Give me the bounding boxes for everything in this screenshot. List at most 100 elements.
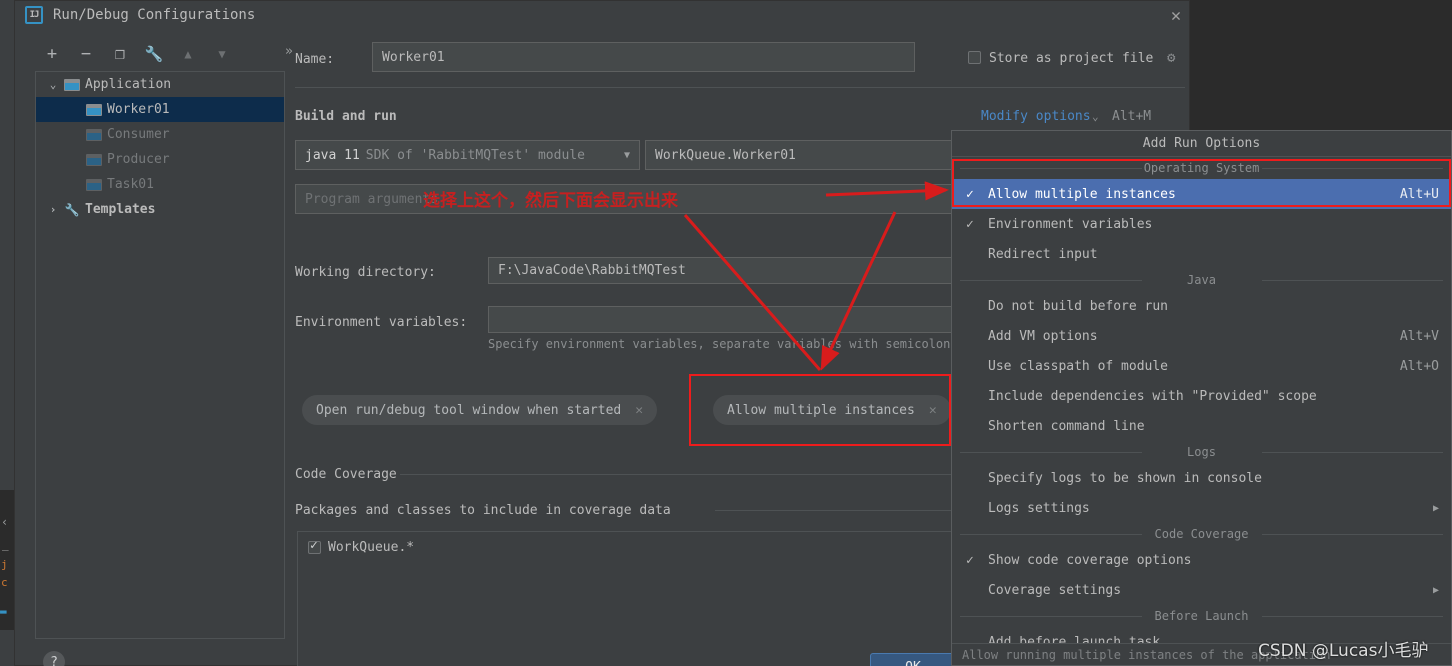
working-directory-label: Working directory: <box>295 265 436 280</box>
chevron-right-icon[interactable]: › <box>42 203 64 216</box>
chip-allow-multiple-instances[interactable]: Allow multiple instances ✕ <box>713 395 951 425</box>
ide-gutter-mark-4: c <box>1 576 8 589</box>
menu-item-label: Allow multiple instances <box>988 186 1176 202</box>
menu-group-code-coverage: Code Coverage <box>952 523 1451 545</box>
ide-gutter-mark-5: ▬ <box>0 605 7 618</box>
store-as-project-file-label: Store as project file <box>989 51 1154 66</box>
ide-gutter-mark-1: ‹ <box>1 515 9 529</box>
tree-item-worker01[interactable]: Worker01 <box>36 97 284 122</box>
chip-label: Allow multiple instances <box>727 402 915 418</box>
remove-icon[interactable]: − <box>73 41 99 67</box>
store-as-project-file-checkbox[interactable] <box>968 51 981 64</box>
application-icon <box>86 103 102 116</box>
menu-group-logs: Logs <box>952 441 1451 463</box>
menu-item-add-vm-options[interactable]: Add VM options Alt+V <box>952 321 1451 351</box>
copy-icon[interactable]: ❐ <box>107 41 133 67</box>
tree-item-templates[interactable]: › 🔧 Templates <box>36 197 284 222</box>
close-icon[interactable]: ✕ <box>1163 3 1189 29</box>
submenu-arrow-icon: ▶ <box>1432 584 1439 596</box>
menu-item-use-classpath-of-module[interactable]: Use classpath of module Alt+O <box>952 351 1451 381</box>
menu-item-shortcut: Alt+O <box>1399 358 1439 374</box>
ok-button[interactable]: OK <box>870 653 956 666</box>
application-icon <box>86 128 102 141</box>
move-down-icon[interactable]: ▼ <box>209 41 235 67</box>
gear-icon[interactable]: ⚙ <box>1167 50 1175 66</box>
coverage-entry-checkbox[interactable] <box>308 538 321 554</box>
modify-options-link[interactable]: Modify options <box>981 109 1091 124</box>
tree-item-label: Worker01 <box>107 102 170 117</box>
code-coverage-header: Code Coverage <box>295 467 397 482</box>
toolbar-more-icon[interactable]: » <box>285 44 293 59</box>
close-icon[interactable]: ✕ <box>929 403 937 418</box>
coverage-entry-label: WorkQueue.* <box>328 540 415 555</box>
environment-variables-hint: Specify environment variables, separate … <box>488 337 1030 351</box>
add-run-options-menu: Add Run Options Operating System ✓ Allow… <box>951 130 1452 666</box>
coverage-list-item[interactable]: WorkQueue.* <box>308 538 415 555</box>
chevron-down-icon[interactable]: ▼ <box>624 150 630 161</box>
menu-item-label: Do not build before run <box>988 298 1169 314</box>
menu-item-label: Environment variables <box>988 216 1153 232</box>
menu-item-show-code-coverage-options[interactable]: ✓ Show code coverage options <box>952 545 1451 575</box>
menu-item-allow-multiple-instances[interactable]: ✓ Allow multiple instances Alt+U <box>952 179 1451 209</box>
menu-item-do-not-build-before-run[interactable]: Do not build before run <box>952 291 1451 321</box>
menu-item-redirect-input[interactable]: Redirect input <box>952 239 1451 269</box>
name-input[interactable]: Worker01 <box>372 42 915 72</box>
tree-item-label: Producer <box>107 152 170 167</box>
tree-item-label: Templates <box>85 202 156 217</box>
application-icon <box>86 178 102 191</box>
help-icon[interactable]: ? <box>43 651 65 666</box>
menu-item-specify-logs-shown-in-console[interactable]: Specify logs to be shown in console <box>952 463 1451 493</box>
tree-item-consumer[interactable]: Consumer <box>36 122 284 147</box>
check-icon: ✓ <box>966 216 974 232</box>
tree-item-label: Task01 <box>107 177 154 192</box>
menu-group-java: Java <box>952 269 1451 291</box>
add-icon[interactable]: + <box>39 41 65 67</box>
dialog-titlebar: IJ Run/Debug Configurations ✕ <box>15 1 1191 31</box>
menu-item-label: Add VM options <box>988 328 1098 344</box>
menu-status-bar: Allow running multiple instances of the … <box>952 643 1451 665</box>
configurations-tree: ⌄ Application Worker01 Consumer Producer… <box>35 71 285 639</box>
packages-and-classes-header: Packages and classes to include in cover… <box>295 503 671 518</box>
application-icon <box>86 153 102 166</box>
menu-item-shorten-command-line[interactable]: Shorten command line <box>952 411 1451 441</box>
tree-item-label: Consumer <box>107 127 170 142</box>
menu-item-environment-variables[interactable]: ✓ Environment variables <box>952 209 1451 239</box>
check-icon: ✓ <box>966 186 974 202</box>
check-icon: ✓ <box>966 552 974 568</box>
tree-item-application[interactable]: ⌄ Application <box>36 72 284 97</box>
sdk-selector[interactable]: java 11 SDK of 'RabbitMQTest' module ▼ <box>295 140 640 170</box>
edit-templates-icon[interactable]: 🔧 <box>141 41 167 67</box>
sdk-description: SDK of 'RabbitMQTest' module <box>365 147 585 163</box>
chip-open-run-debug-tool-window[interactable]: Open run/debug tool window when started … <box>302 395 658 425</box>
ide-gutter-mark-3: j <box>1 558 8 571</box>
menu-title: Add Run Options <box>952 131 1451 157</box>
configurations-toolbar: + − ❐ 🔧 ▲ ▼ » <box>35 41 293 73</box>
menu-item-include-dependencies-provided-scope[interactable]: Include dependencies with "Provided" sco… <box>952 381 1451 411</box>
dialog-title: Run/Debug Configurations <box>53 7 256 23</box>
wrench-icon: 🔧 <box>64 202 80 217</box>
environment-variables-label: Environment variables: <box>295 315 468 330</box>
menu-item-label: Redirect input <box>988 246 1098 262</box>
menu-group-operating-system: Operating System <box>952 157 1451 179</box>
intellij-icon: IJ <box>25 6 43 24</box>
modify-options-shortcut: Alt+M <box>1112 109 1152 124</box>
menu-item-label: Logs settings <box>988 500 1090 516</box>
close-icon[interactable]: ✕ <box>635 403 643 418</box>
move-up-icon[interactable]: ▲ <box>175 41 201 67</box>
menu-item-shortcut: Alt+V <box>1399 328 1439 344</box>
chip-label: Open run/debug tool window when started <box>316 402 622 418</box>
menu-item-coverage-settings[interactable]: Coverage settings ▶ <box>952 575 1451 605</box>
menu-item-label: Coverage settings <box>988 582 1122 598</box>
name-label: Name: <box>295 52 335 67</box>
menu-group-before-launch: Before Launch <box>952 605 1451 627</box>
tree-item-producer[interactable]: Producer <box>36 147 284 172</box>
chevron-down-icon[interactable]: ⌄ <box>1092 110 1099 123</box>
menu-item-logs-settings[interactable]: Logs settings ▶ <box>952 493 1451 523</box>
menu-item-shortcut: Alt+U <box>1399 186 1439 202</box>
build-and-run-header: Build and run <box>295 109 397 124</box>
chevron-down-icon[interactable]: ⌄ <box>42 78 64 91</box>
tree-item-label: Application <box>85 77 172 92</box>
application-icon <box>64 78 80 91</box>
tree-item-task01[interactable]: Task01 <box>36 172 284 197</box>
menu-item-label: Shorten command line <box>988 418 1145 434</box>
